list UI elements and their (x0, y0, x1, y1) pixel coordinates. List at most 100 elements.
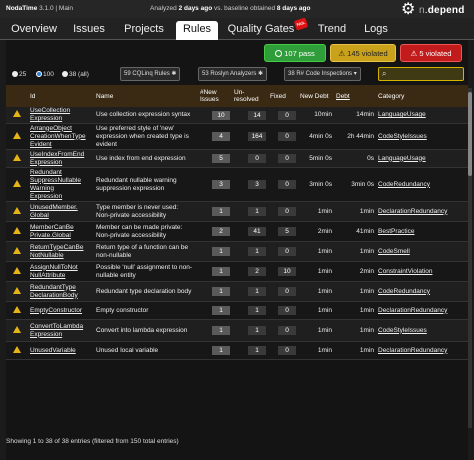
rule-id-part[interactable]: EmptyConstructor (30, 307, 82, 314)
page-size-all[interactable]: 38 (all) (62, 71, 89, 78)
category-link[interactable]: LanguageUsage (378, 111, 426, 118)
rule-id-part[interactable]: RedundantType (30, 284, 76, 291)
rule-id[interactable]: EmptyConstructor (28, 302, 94, 320)
table-row[interactable]: ConvertToLambda Expression Convert into la… (6, 319, 468, 342)
rule-id[interactable]: AssignNullToNot NullAttribute (28, 262, 94, 282)
new-issues-count[interactable]: 10 (212, 110, 230, 120)
rule-id[interactable]: ReturnTypeCanBe NotNullable (28, 242, 94, 262)
rule-id-part[interactable]: Private.Global (30, 232, 71, 239)
rule-id-part[interactable]: CreationWhenType (30, 133, 86, 140)
new-issues-count[interactable]: 1 (212, 306, 230, 315)
new-issues-count[interactable]: 5 (212, 154, 230, 163)
unresolved-count[interactable]: 1 (248, 306, 266, 315)
new-issues-count[interactable]: 1 (212, 267, 230, 276)
unresolved-count[interactable]: 1 (248, 287, 266, 296)
rule-id-part[interactable]: ReturnTypeCanBe (30, 244, 83, 251)
rule-id[interactable]: UnusedVariable (28, 342, 94, 360)
unresolved-count[interactable]: 1 (248, 247, 266, 256)
unresolved-count[interactable]: 1 (248, 346, 266, 355)
col-new-issues[interactable]: #New Issues (198, 85, 232, 107)
col-id[interactable]: Id (28, 85, 94, 107)
table-scrollbar[interactable] (468, 88, 472, 428)
scrollbar-thumb[interactable] (468, 92, 472, 176)
rule-id-part[interactable]: Expression (30, 193, 62, 200)
table-row[interactable]: ReturnTypeCanBe NotNullable Return type of… (6, 241, 468, 262)
rule-id-part[interactable]: ConvertToLambda (30, 323, 83, 330)
rule-id-part[interactable]: NotNullable (30, 252, 64, 259)
error-filter-button[interactable]: ⚠ 5 violated (400, 44, 462, 62)
new-issues-count[interactable]: 1 (212, 207, 230, 216)
new-issues-count[interactable]: 4 (212, 132, 230, 141)
rule-id[interactable]: UseCollection Expression (28, 107, 94, 124)
table-row[interactable]: AssignNullToNot NullAttribute Possible 'nu… (6, 261, 468, 282)
new-issues-count[interactable]: 1 (212, 287, 230, 296)
rule-id-part[interactable]: Expression (30, 331, 62, 338)
rule-id-part[interactable]: ArrangeObject (30, 125, 72, 132)
fixed-count[interactable]: 5 (278, 227, 296, 236)
table-row[interactable]: MemberCanBe Private.Global Member can be m… (6, 221, 468, 242)
rule-id[interactable]: ArrangeObject CreationWhenType Evident (28, 124, 94, 150)
rule-id-part[interactable]: MemberCanBe (30, 224, 74, 231)
col-category[interactable]: Category (376, 85, 468, 107)
fixed-count[interactable]: 0 (278, 287, 296, 296)
rule-id-part[interactable]: AssignNullToNot (30, 264, 78, 271)
new-issues-count[interactable]: 1 (212, 247, 230, 256)
rule-id-part[interactable]: UnusedMember. (30, 204, 78, 211)
cqlinq-rules-dropdown[interactable]: 59 CQLinq Rules ✱ (120, 67, 181, 81)
fixed-count[interactable]: 0 (278, 346, 296, 355)
rule-id-part[interactable]: Redundant (30, 169, 62, 176)
table-row[interactable]: UnusedMember. Global Type member is never … (6, 201, 468, 222)
new-issues-count[interactable]: 3 (212, 180, 230, 189)
category-link[interactable]: CodeSmell (378, 248, 410, 255)
tab-projects[interactable]: Projects (116, 21, 172, 40)
fixed-count[interactable]: 0 (278, 180, 296, 189)
table-row[interactable]: ArrangeObject CreationWhenType Evident Use … (6, 123, 468, 150)
category-link[interactable]: CodeStyleIssues (378, 133, 427, 140)
fixed-count[interactable]: 0 (278, 306, 296, 315)
table-row[interactable]: RedundantType DeclarationBody Redundant ty… (6, 281, 468, 302)
rule-id-part[interactable]: UnusedVariable (30, 347, 76, 354)
unresolved-count[interactable]: 2 (248, 267, 266, 276)
col-unresolved[interactable]: Un-resolved (232, 85, 268, 107)
category-link[interactable]: ConstraintViolation (378, 268, 432, 275)
tab-trend[interactable]: Trend (314, 21, 350, 40)
resharper-inspections-dropdown[interactable]: 38 R# Code Inspections ▾ (284, 67, 361, 81)
rule-id-part[interactable]: Global (30, 212, 49, 219)
fixed-count[interactable]: 0 (278, 110, 296, 120)
fixed-count[interactable]: 0 (278, 207, 296, 216)
category-link[interactable]: DeclarationRedundancy (378, 208, 447, 215)
unresolved-count[interactable]: 14 (248, 110, 266, 120)
category-link[interactable]: CodeRedundancy (378, 181, 430, 188)
pass-filter-button[interactable]: 107 pass (264, 44, 326, 62)
new-issues-count[interactable]: 1 (212, 346, 230, 355)
category-link[interactable]: DeclarationRedundancy (378, 347, 447, 354)
tab-rules[interactable]: Rules (176, 21, 218, 40)
rule-id[interactable]: UnusedMember. Global (28, 202, 94, 222)
col-new-debt[interactable]: New Debt (298, 85, 334, 107)
rule-id[interactable]: UseIndexFromEnd Expression (28, 150, 94, 168)
rule-id[interactable]: MemberCanBe Private.Global (28, 222, 94, 242)
fixed-count[interactable]: 0 (278, 154, 296, 163)
rule-id-part[interactable]: Warning (30, 185, 54, 192)
rule-id-part[interactable]: NullAttribute (30, 272, 65, 279)
rule-id-part[interactable]: Expression (30, 159, 62, 166)
unresolved-count[interactable]: 41 (248, 227, 266, 236)
col-fixed[interactable]: Fixed (268, 85, 298, 107)
rule-id-part[interactable]: Expression (30, 115, 62, 122)
fixed-count[interactable]: 0 (278, 132, 296, 141)
table-row[interactable]: UseCollection Expression Use collection ex… (6, 107, 468, 124)
rule-id[interactable]: ConvertToLambda Expression (28, 320, 94, 342)
category-link[interactable]: LanguageUsage (378, 155, 426, 162)
search-input[interactable]: ⌕ (378, 67, 464, 81)
unresolved-count[interactable]: 0 (248, 154, 266, 163)
new-issues-count[interactable]: 2 (212, 227, 230, 236)
col-debt[interactable]: Debt (334, 85, 376, 107)
page-size-25[interactable]: 25 (12, 71, 26, 78)
roslyn-analyzers-dropdown[interactable]: 53 Roslyn Analyzers ✱ (198, 67, 268, 81)
fixed-count[interactable]: 0 (278, 247, 296, 256)
unresolved-count[interactable]: 1 (248, 326, 266, 335)
rule-id[interactable]: RedundantType DeclarationBody (28, 282, 94, 302)
tab-quality-gates[interactable]: Quality Gates FAIL (226, 17, 309, 40)
tab-overview[interactable]: Overview (6, 21, 62, 40)
warning-filter-button[interactable]: ⚠ 145 violated (330, 44, 396, 62)
